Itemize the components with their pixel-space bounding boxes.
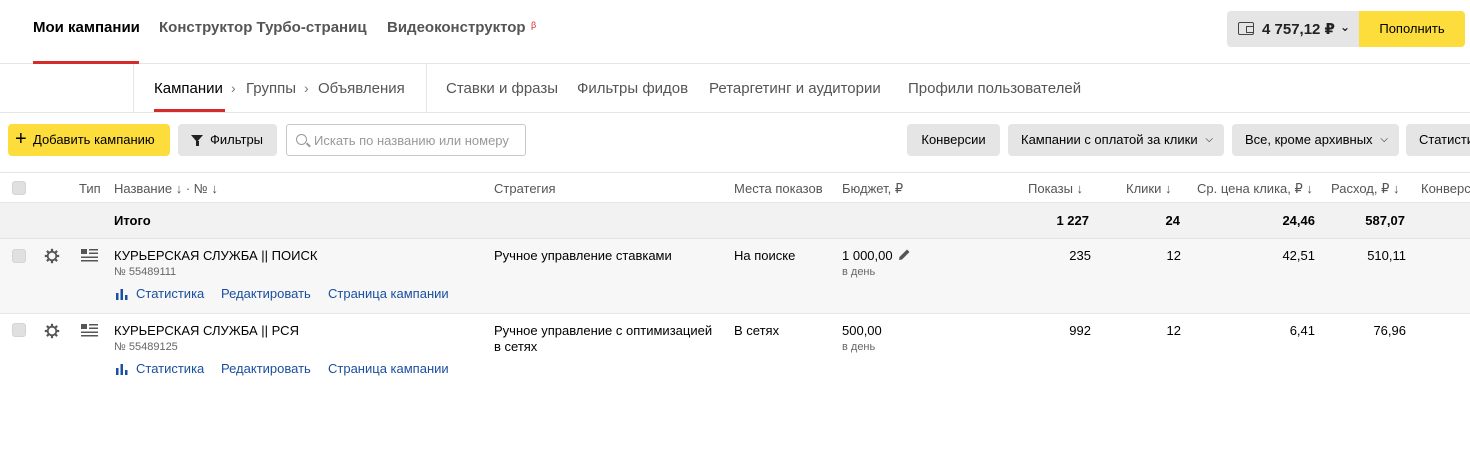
- avg-cpc: 6,41: [1289, 323, 1315, 338]
- select-all-checkbox[interactable]: [12, 181, 26, 195]
- chevron-down-icon: ⌵: [1205, 134, 1213, 145]
- impressions: 235: [1069, 248, 1091, 263]
- strategy-line2: в сетях: [494, 339, 538, 354]
- add-campaign-button[interactable]: + Добавить кампанию: [8, 124, 170, 156]
- table-header: Тип Название ↓ · № ↓ Стратегия Места пок…: [0, 172, 1470, 203]
- avg-cpc: 42,51: [1282, 248, 1315, 263]
- breadcrumb-groups[interactable]: Группы: [246, 80, 296, 97]
- tab-feed-filters[interactable]: Фильтры фидов: [577, 80, 688, 97]
- beta-badge: β: [531, 20, 537, 30]
- wallet-icon: [1238, 22, 1254, 35]
- filters-label: Фильтры: [210, 132, 264, 147]
- row-checkbox[interactable]: [12, 249, 26, 263]
- column-budget: Бюджет, ₽: [842, 181, 904, 196]
- placement: В сетях: [734, 323, 780, 338]
- edit-link[interactable]: Редактировать: [221, 361, 311, 376]
- impressions: 992: [1069, 323, 1091, 338]
- row-checkbox[interactable]: [12, 323, 26, 337]
- statistics-link[interactable]: Статистика: [136, 361, 204, 376]
- search-icon: [296, 134, 307, 145]
- divider: [426, 64, 427, 112]
- active-tab-underline: [154, 109, 225, 112]
- column-strategy: Стратегия: [494, 181, 556, 196]
- chevron-right-icon: ›: [304, 80, 309, 96]
- archive-filter-label: Все, кроме архивных: [1245, 132, 1373, 147]
- funnel-icon: [191, 135, 203, 146]
- top-navigation: Мои кампании Конструктор Турбо-страниц В…: [0, 0, 1470, 64]
- campaign-number: № 55489125: [114, 341, 178, 353]
- campaign-name: КУРЬЕРСКАЯ СЛУЖБА || ПОИСК: [114, 248, 318, 263]
- sub-navigation: Кампании › Группы › Объявления Ставки и …: [0, 64, 1470, 113]
- column-cpc-sort[interactable]: Ср. цена клика, ₽ ↓: [1197, 181, 1313, 197]
- gear-icon[interactable]: [44, 323, 60, 339]
- total-impressions: 1 227: [1056, 213, 1089, 228]
- tab-video-constructor[interactable]: Видеоконструктор: [387, 19, 526, 36]
- tab-retargeting[interactable]: Ретаргетинг и аудитории: [709, 80, 881, 97]
- search-box: [286, 124, 526, 156]
- plus-icon: +: [15, 128, 27, 150]
- column-type: Тип: [79, 181, 101, 196]
- budget-period: в день: [842, 341, 876, 353]
- total-label: Итого: [114, 213, 151, 228]
- column-conversions: Конверсии: [1421, 181, 1470, 196]
- campaign-page-link[interactable]: Страница кампании: [328, 286, 449, 301]
- archive-filter-select[interactable]: Все, кроме архивных ⌵: [1232, 124, 1399, 156]
- text-campaign-icon: [81, 324, 98, 337]
- pencil-icon[interactable]: [898, 248, 911, 261]
- campaign-type-label: Кампании с оплатой за клики: [1021, 132, 1198, 147]
- edit-link[interactable]: Редактировать: [221, 286, 311, 301]
- gear-icon[interactable]: [44, 248, 60, 264]
- total-row: Итого 1 227 24 24,46 587,07: [0, 203, 1470, 239]
- total-spend: 587,07: [1365, 213, 1405, 228]
- table-row: КУРЬЕРСКАЯ СЛУЖБА || РСЯ № 55489125 Стат…: [0, 314, 1470, 389]
- topup-button[interactable]: Пополнить: [1359, 11, 1465, 47]
- placement: На поиске: [734, 248, 796, 263]
- balance-button[interactable]: 4 757,12 ₽ ⌄: [1227, 11, 1359, 47]
- divider: [133, 64, 134, 112]
- tab-turbo-constructor[interactable]: Конструктор Турбо-страниц: [159, 19, 367, 36]
- clicks: 12: [1166, 248, 1181, 263]
- chevron-right-icon: ›: [231, 80, 236, 96]
- strategy: Ручное управление ставками: [494, 248, 672, 263]
- statistics-icon: [116, 289, 128, 300]
- strategy: Ручное управление с оптимизацией: [494, 323, 713, 338]
- statistics-button[interactable]: Статистика: [1406, 124, 1470, 156]
- campaign-number: № 55489111: [114, 266, 177, 278]
- column-name-sort[interactable]: Название ↓ · № ↓: [114, 181, 218, 196]
- conversions-button[interactable]: Конверсии: [907, 124, 1000, 156]
- statistics-icon: [116, 364, 128, 375]
- statistics-link[interactable]: Статистика: [136, 286, 204, 301]
- tab-my-campaigns[interactable]: Мои кампании: [33, 19, 140, 36]
- add-campaign-label: Добавить кампанию: [33, 132, 155, 147]
- campaign-type-select[interactable]: Кампании с оплатой за клики ⌵: [1008, 124, 1224, 156]
- spend: 510,11: [1367, 248, 1406, 263]
- chevron-down-icon: ⌄: [1340, 20, 1351, 34]
- tab-bids-phrases[interactable]: Ставки и фразы: [446, 80, 558, 97]
- column-spend-sort[interactable]: Расход, ₽ ↓: [1331, 181, 1399, 197]
- chevron-down-icon: ⌵: [1380, 134, 1388, 145]
- spend: 76,96: [1373, 323, 1406, 338]
- balance-amount: 4 757,12 ₽: [1262, 21, 1335, 38]
- tab-user-profiles[interactable]: Профили пользователей: [908, 80, 1081, 97]
- budget-value: 1 000,00: [842, 248, 893, 263]
- breadcrumb-ads[interactable]: Объявления: [318, 80, 405, 97]
- search-input[interactable]: [314, 125, 519, 155]
- breadcrumb-campaigns[interactable]: Кампании: [154, 80, 223, 97]
- budget-period: в день: [842, 266, 876, 278]
- clicks: 12: [1166, 323, 1181, 338]
- column-clicks-sort[interactable]: Клики ↓: [1126, 181, 1171, 196]
- campaign-page-link[interactable]: Страница кампании: [328, 361, 449, 376]
- text-campaign-icon: [81, 249, 98, 262]
- total-cpc: 24,46: [1282, 213, 1315, 228]
- column-impressions-sort[interactable]: Показы ↓: [1028, 181, 1083, 196]
- table-row: КУРЬЕРСКАЯ СЛУЖБА || ПОИСК № 55489111 Ст…: [0, 239, 1470, 314]
- filters-button[interactable]: Фильтры: [178, 124, 277, 156]
- total-clicks: 24: [1165, 213, 1180, 228]
- budget-value: 500,00: [842, 323, 882, 338]
- campaign-name: КУРЬЕРСКАЯ СЛУЖБА || РСЯ: [114, 323, 299, 338]
- column-placement: Места показов: [734, 181, 823, 196]
